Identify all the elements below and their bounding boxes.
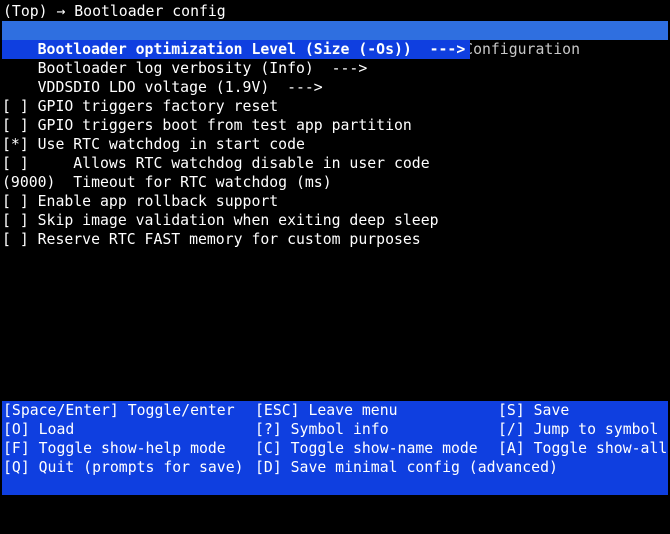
key-save-minimal[interactable]: [D] Save minimal config (advanced) xyxy=(255,458,558,477)
window-title-bar: Espressif IoT Development Framework Conf… xyxy=(2,21,668,58)
checkbox-unchecked: [ ] xyxy=(2,231,38,248)
checkbox-checked: [*] xyxy=(2,136,38,153)
key-save[interactable]: [S] Save xyxy=(498,401,569,420)
menu-item-label: Skip image validation when exiting deep … xyxy=(37,212,439,229)
checkbox-unchecked: [ ] xyxy=(2,117,38,134)
key-toggle-enter[interactable]: [Space/Enter] Toggle/enter xyxy=(3,401,235,420)
checkbox-unchecked: [ ] xyxy=(2,193,38,210)
menu-item-prefix xyxy=(2,78,38,97)
breadcrumb: (Top) → Bootloader config xyxy=(3,3,226,20)
menu-item-label: Bootloader log verbosity (Info) ---> xyxy=(37,60,368,77)
menu-item-prefix xyxy=(2,59,38,78)
menu-item-label: Timeout for RTC watchdog (ms) xyxy=(55,174,332,191)
key-toggle-all[interactable]: [A] Toggle show-all xyxy=(498,439,667,458)
menu-item-label: Use RTC watchdog in start code xyxy=(37,136,305,153)
key-symbol-info[interactable]: [?] Symbol info xyxy=(255,420,389,439)
menu-item-label: VDDSDIO LDO voltage (1.9V) ---> xyxy=(37,79,323,96)
menu-item-label: Reserve RTC FAST memory for custom purpo… xyxy=(37,231,421,248)
menu-item-gpio-boot-test-app[interactable]: [ ] GPIO triggers boot from test app par… xyxy=(2,116,412,135)
menu-item-vddsdio-ldo-voltage[interactable]: VDDSDIO LDO voltage (1.9V) ---> xyxy=(2,78,323,97)
checkbox-unchecked: [ ] xyxy=(2,155,38,172)
menuconfig-window: Espressif IoT Development Framework Conf… xyxy=(2,21,668,495)
menu-item-bootloader-optimization-level[interactable]: Bootloader optimization Level (Size (-Os… xyxy=(2,40,470,59)
menu-item-rtc-watchdog-timeout[interactable]: (9000) Timeout for RTC watchdog (ms) xyxy=(2,173,332,192)
footer-row: [O] Load [?] Symbol info [/] Jump to sym… xyxy=(2,420,668,439)
key-toggle-help[interactable]: [F] Toggle show-help mode xyxy=(3,439,226,458)
key-help-footer: [Space/Enter] Toggle/enter [ESC] Leave m… xyxy=(2,401,668,495)
menu-item-app-rollback[interactable]: [ ] Enable app rollback support xyxy=(2,192,278,211)
menu-item-label: GPIO triggers boot from test app partiti… xyxy=(37,117,412,134)
menu-item-rtc-watchdog-start[interactable]: [*] Use RTC watchdog in start code xyxy=(2,135,305,154)
footer-row: [F] Toggle show-help mode [C] Toggle sho… xyxy=(2,439,668,458)
value-field: (9000) xyxy=(2,174,56,191)
checkbox-unchecked: [ ] xyxy=(2,212,38,229)
menu-item-label: GPIO triggers factory reset xyxy=(37,98,279,115)
key-quit[interactable]: [Q] Quit (prompts for save) xyxy=(3,458,244,477)
terminal-window: (Top) → Bootloader config Espressif IoT … xyxy=(0,0,670,497)
menu-item-reserve-rtc-fast-memory[interactable]: [ ] Reserve RTC FAST memory for custom p… xyxy=(2,230,421,249)
key-leave-menu[interactable]: [ESC] Leave menu xyxy=(255,401,398,420)
menu-item-label: Enable app rollback support xyxy=(37,193,279,210)
menu-item-gpio-factory-reset[interactable]: [ ] GPIO triggers factory reset xyxy=(2,97,278,116)
key-toggle-name[interactable]: [C] Toggle show-name mode xyxy=(255,439,478,458)
checkbox-unchecked: [ ] xyxy=(2,98,38,115)
footer-row: [Space/Enter] Toggle/enter [ESC] Leave m… xyxy=(2,401,668,420)
menu-item-bootloader-log-verbosity[interactable]: Bootloader log verbosity (Info) ---> xyxy=(2,59,368,78)
menu-item-rtc-watchdog-disable[interactable]: [ ] Allows RTC watchdog disable in user … xyxy=(2,154,430,173)
menu-item-label: Bootloader optimization Level (Size (-Os… xyxy=(37,41,466,58)
menu-item-label: Allows RTC watchdog disable in user code xyxy=(37,155,430,172)
footer-row: [Q] Quit (prompts for save) [D] Save min… xyxy=(2,458,668,477)
key-load[interactable]: [O] Load xyxy=(3,420,74,439)
menu-item-prefix xyxy=(2,40,38,59)
menu-item-skip-image-validation[interactable]: [ ] Skip image validation when exiting d… xyxy=(2,211,439,230)
key-jump-to-symbol[interactable]: [/] Jump to symbol xyxy=(498,420,658,439)
